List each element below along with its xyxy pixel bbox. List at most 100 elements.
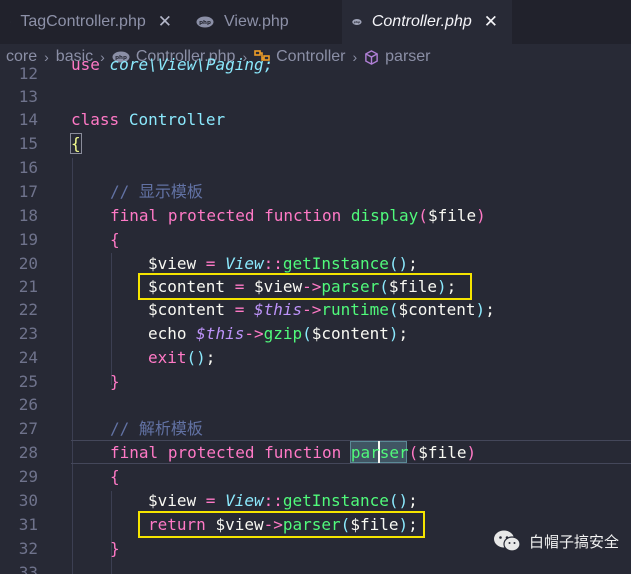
tab-controller[interactable]: php Controller.php ✕ [342,0,512,44]
code-line-16: 16 [0,156,631,180]
token: View [225,491,264,510]
code-line-33: 33 [0,561,631,574]
token: ( [408,443,419,462]
token: -> [302,300,322,319]
code-text: exit(); [148,346,215,370]
wechat-icon [493,530,521,552]
tab-tagcontroller[interactable]: php TagController.php ✕ [0,0,186,44]
token: } [110,372,120,391]
tab-label: View.php [224,13,289,30]
code-line-18: 18 final protected function display($fil… [0,204,631,228]
token: -> [244,324,264,343]
code-line-26: 26 [0,393,631,417]
token: exit [148,348,187,367]
token: ; [398,324,409,343]
token: { [110,230,120,249]
token: $content [398,300,476,319]
token: use [71,55,100,74]
code-text: } [110,370,120,394]
highlight-box [138,273,472,300]
line-number: 27 [18,419,38,438]
code-text: // 显示模板 [110,180,203,204]
code-line-19: 19 { [0,228,631,252]
code-text: { [70,132,82,156]
highlight-box [138,511,425,538]
close-icon[interactable]: ✕ [484,12,498,32]
token: core\View\Paging; [109,55,274,74]
line-number: 19 [18,230,38,249]
token: $content [311,324,389,343]
token: runtime [321,300,389,319]
line-number: 29 [18,467,38,486]
token: $file [418,443,467,462]
token: () [388,491,409,510]
watermark: 白帽子搞安全 [493,529,619,553]
token: } [110,539,120,558]
token: Controller [128,110,226,129]
code-text: } [110,537,120,561]
line-number: 25 [18,372,38,391]
code-line-28: 28 final protected function parser($file… [0,441,631,465]
line-number: 31 [18,515,38,534]
svg-text:php: php [353,20,361,24]
token: $this [196,324,245,343]
token: display [350,206,419,225]
token: View [225,254,264,273]
token: () [388,254,409,273]
tab-view[interactable]: php View.php [186,0,342,44]
code-editor[interactable]: 12 use core\View\Paging; 13 14 class Con… [0,55,631,574]
code-line-27: 27 // 解析模板 [0,417,631,441]
token: class [71,110,120,129]
token: { [70,133,82,154]
watermark-text: 白帽子搞安全 [528,532,619,551]
code-text: use core\View\Paging; [71,53,273,77]
code-line-29: 29 { [0,465,631,489]
token: ) [476,206,486,225]
line-number: 14 [18,110,38,129]
code-text: class Controller [71,108,225,132]
code-text: $view = View::getInstance(); [148,489,418,513]
code-line-15: 15 { [0,132,631,156]
token: () [186,348,206,367]
code-text: { [110,465,120,489]
token: gzip [263,324,303,343]
token: function [264,443,342,462]
token: = [196,491,226,510]
code-text: { [110,228,120,252]
code-line-25: 25 } [0,370,631,394]
code-text: // 解析模板 [110,417,203,441]
line-number: 33 [18,563,38,574]
code-line-14: 14 class Controller [0,108,631,132]
token: ( [418,206,428,225]
code-text: $content = $this->runtime($content); [148,298,495,322]
tab-label: Controller.php [371,13,472,30]
token: $view [148,254,197,273]
token: :: [263,491,283,510]
svg-text:php: php [199,20,211,26]
token: $file [427,206,477,225]
token: $this [253,300,303,319]
token: protected [167,206,255,225]
line-number: 26 [18,395,38,414]
token: getInstance [282,491,389,510]
code-line-13: 13 [0,85,631,109]
token: parser [350,443,409,462]
line-number: 23 [18,324,38,343]
tab-label: TagController.php [20,13,146,30]
close-icon[interactable]: ✕ [158,12,172,32]
line-number: 22 [18,300,38,319]
token: ; [408,254,418,273]
token: ; [485,300,495,319]
php-file-icon: php [352,18,362,26]
token: { [110,467,120,486]
token: $view [148,491,197,510]
code-line-23: 23 echo $this->gzip($content); [0,322,631,346]
line-number: 24 [18,348,38,367]
code-text: final protected function parser($file) [110,441,476,465]
token: :: [263,254,283,273]
